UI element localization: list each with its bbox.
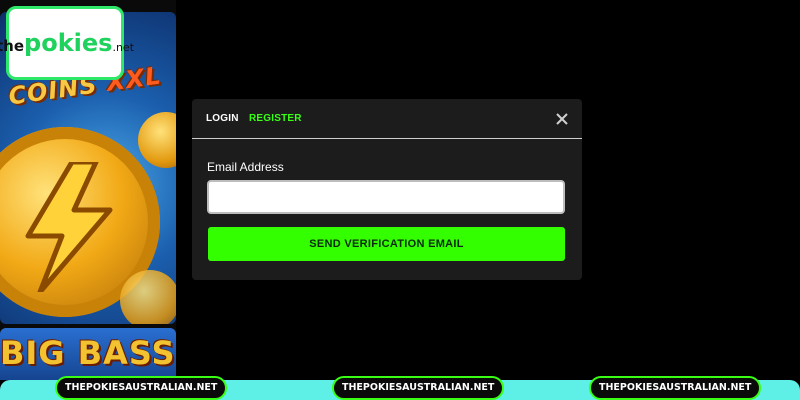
game-tile-big-bass[interactable]: BIG BASS — [0, 328, 176, 380]
close-icon[interactable] — [554, 111, 570, 127]
logo-text: thepokies.net — [0, 29, 135, 57]
watermark-label: THEPOKIESAUSTRALIAN.NET — [55, 376, 228, 400]
modal-header: LOGIN REGISTER — [192, 99, 582, 139]
email-label: Email Address — [207, 160, 284, 174]
send-verification-button[interactable]: SEND VERIFICATION EMAIL — [208, 227, 565, 261]
watermark-label: THEPOKIESAUSTRALIAN.NET — [589, 376, 762, 400]
lightning-bolt-icon — [25, 162, 113, 292]
watermark-label: THEPOKIESAUSTRALIAN.NET — [332, 376, 505, 400]
game-title: BIG BASS — [0, 334, 176, 372]
email-field[interactable] — [207, 180, 565, 214]
tab-register[interactable]: REGISTER — [249, 113, 302, 124]
tab-login[interactable]: LOGIN — [206, 113, 239, 124]
auth-modal: LOGIN REGISTER Email Address SEND VERIFI… — [192, 99, 582, 280]
site-logo[interactable]: thepokies.net — [0, 6, 134, 80]
coin-graphic — [138, 112, 176, 168]
